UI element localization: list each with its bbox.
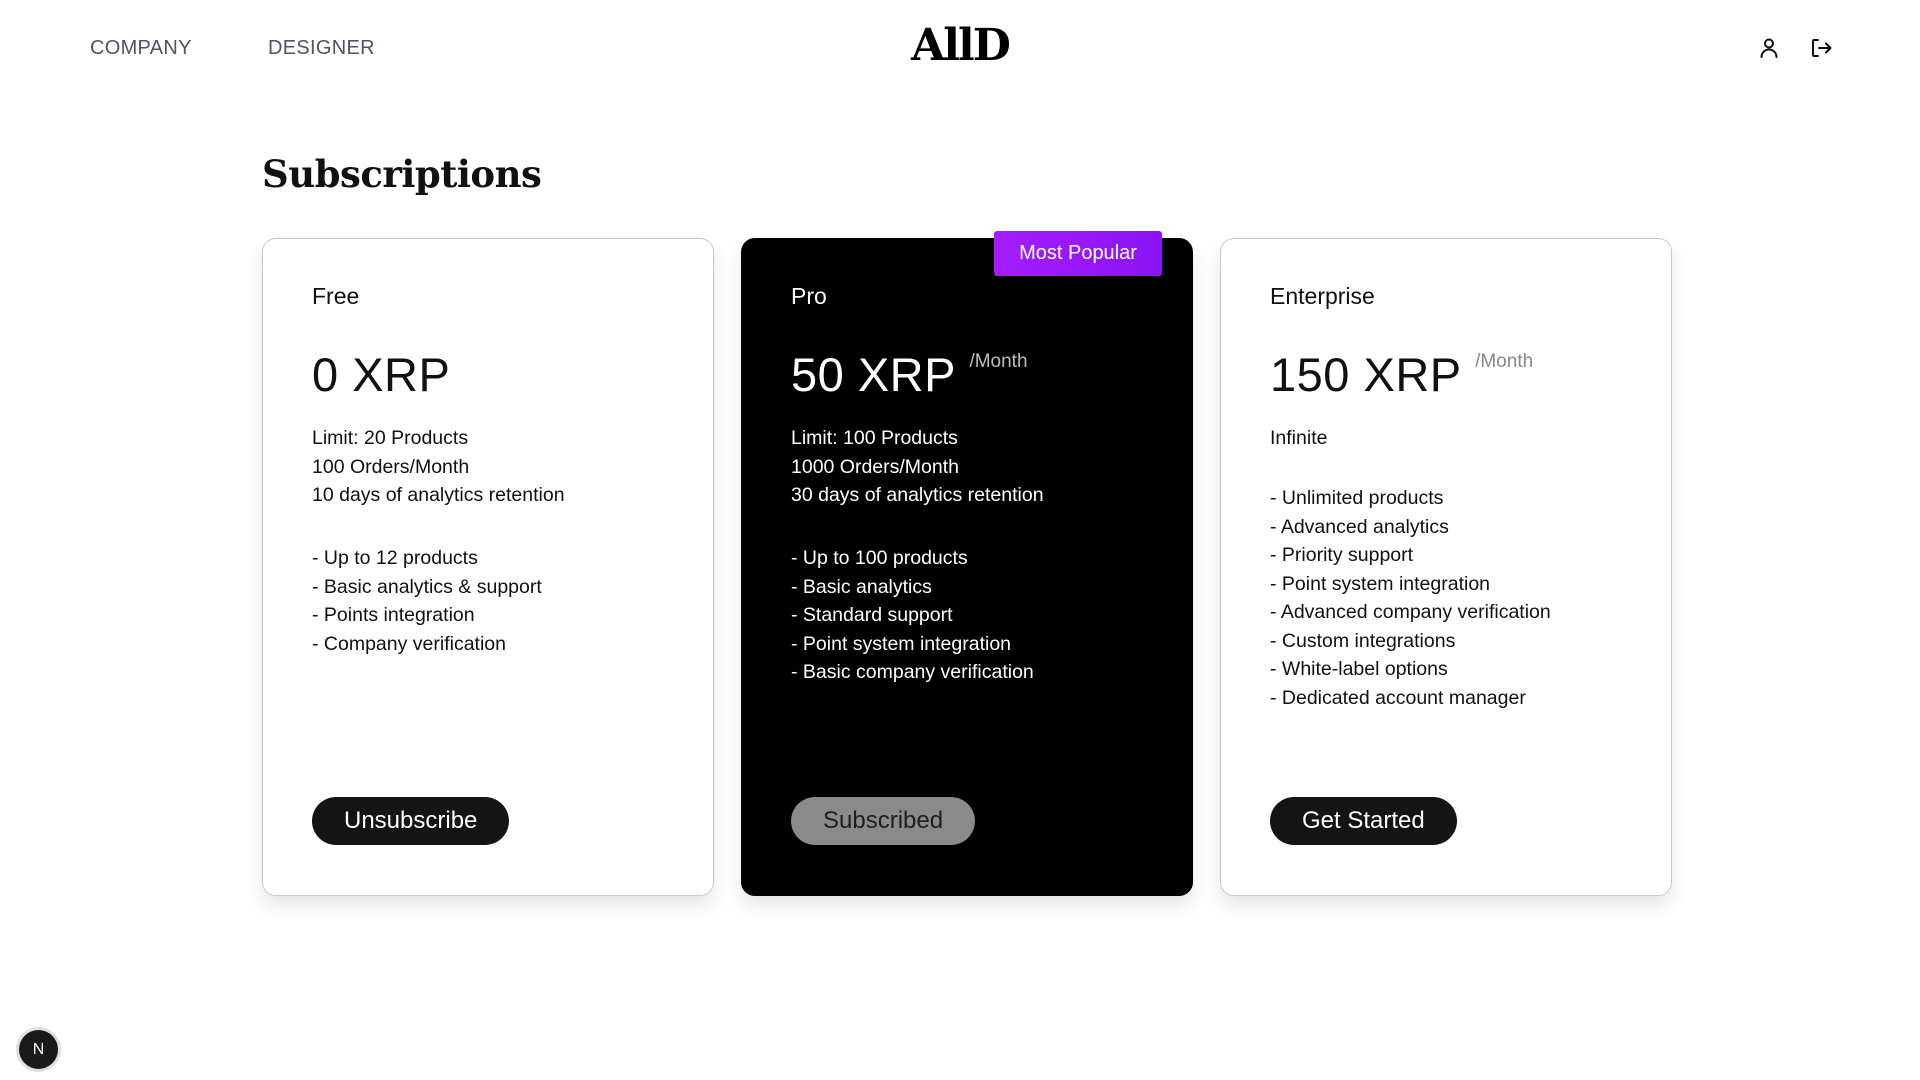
- plan-features: - Up to 100 products - Basic analytics -…: [791, 544, 1034, 687]
- feature-item: - Basic analytics: [791, 575, 932, 598]
- plan-price: 50 XRP: [791, 348, 956, 401]
- plan-limits: Infinite: [1270, 424, 1327, 453]
- plan-card-free: Free 0 XRP Limit: 20 Products 100 Orders…: [262, 238, 714, 896]
- plan-name: Enterprise: [1270, 283, 1375, 309]
- subscribed-button[interactable]: Subscribed: [791, 797, 976, 845]
- page-title: Subscriptions: [262, 152, 542, 196]
- plan-name: Free: [312, 283, 360, 309]
- feature-item: - Standard support: [791, 604, 953, 626]
- price-row: 150 XRP /Month: [1270, 347, 1533, 402]
- price-period: /Month: [969, 351, 1028, 372]
- plan-features: - Unlimited products - Advanced analytic…: [1270, 484, 1551, 712]
- feature-item: - Advanced company verification: [1270, 601, 1551, 623]
- price-row: 50 XRP /Month: [791, 347, 1028, 402]
- plan-limits: Limit: 20 Products 100 Orders/Month 10 d…: [312, 424, 565, 510]
- limit-line: 30 days of analytics retention: [791, 484, 1044, 506]
- feature-item: - Point system integration: [791, 632, 1012, 655]
- plan-card-enterprise: Enterprise 150 XRP /Month Infinite - Unl…: [1220, 238, 1672, 896]
- logout-icon[interactable]: [1809, 36, 1833, 60]
- top-navigation: COMPANY DESIGNER AllD: [0, 0, 1920, 96]
- plan-price: 150 XRP: [1270, 348, 1462, 401]
- plan-card-pro: Most Popular Pro 50 XRP /Month Limit: 10…: [741, 231, 1193, 896]
- limit-line: 100 Orders/Month: [312, 455, 470, 478]
- feature-item: - Unlimited products: [1270, 487, 1444, 509]
- most-popular-badge: Most Popular: [994, 231, 1162, 276]
- feature-item: - Up to 12 products: [312, 547, 478, 569]
- limit-line: Limit: 20 Products: [312, 427, 469, 449]
- unsubscribe-button[interactable]: Unsubscribe: [312, 797, 510, 845]
- feature-item: - Basic company verification: [791, 661, 1034, 683]
- plan-limits: Limit: 100 Products 1000 Orders/Month 30…: [791, 424, 1044, 510]
- nav-designer-link[interactable]: DESIGNER: [268, 37, 375, 60]
- feature-item: - Points integration: [312, 604, 475, 626]
- plan-features: - Up to 12 products - Basic analytics & …: [312, 544, 542, 658]
- dev-tools-indicator[interactable]: N: [19, 1030, 58, 1069]
- limit-line: Infinite: [1270, 427, 1328, 449]
- plan-price: 0 XRP: [312, 348, 451, 401]
- limit-line: Limit: 100 Products: [791, 427, 958, 449]
- plan-name: Pro: [791, 283, 827, 309]
- price-period: /Month: [1475, 351, 1534, 372]
- price-row: 0 XRP: [312, 347, 450, 402]
- limit-line: 1000 Orders/Month: [791, 455, 960, 478]
- feature-item: - Up to 100 products: [791, 547, 968, 569]
- feature-item: - Custom integrations: [1270, 629, 1456, 652]
- nav-company-link[interactable]: COMPANY: [90, 37, 192, 60]
- feature-item: - Basic analytics & support: [312, 575, 542, 598]
- user-icon[interactable]: [1757, 36, 1781, 60]
- limit-line: 10 days of analytics retention: [312, 484, 565, 506]
- feature-item: - Dedicated account manager: [1270, 686, 1526, 709]
- feature-item: - Advanced analytics: [1270, 515, 1449, 538]
- feature-item: - Point system integration: [1270, 572, 1491, 595]
- feature-item: - Company verification: [312, 632, 506, 655]
- get-started-button[interactable]: Get Started: [1270, 797, 1457, 845]
- feature-item: - Priority support: [1270, 544, 1414, 566]
- feature-item: - White-label options: [1270, 658, 1448, 680]
